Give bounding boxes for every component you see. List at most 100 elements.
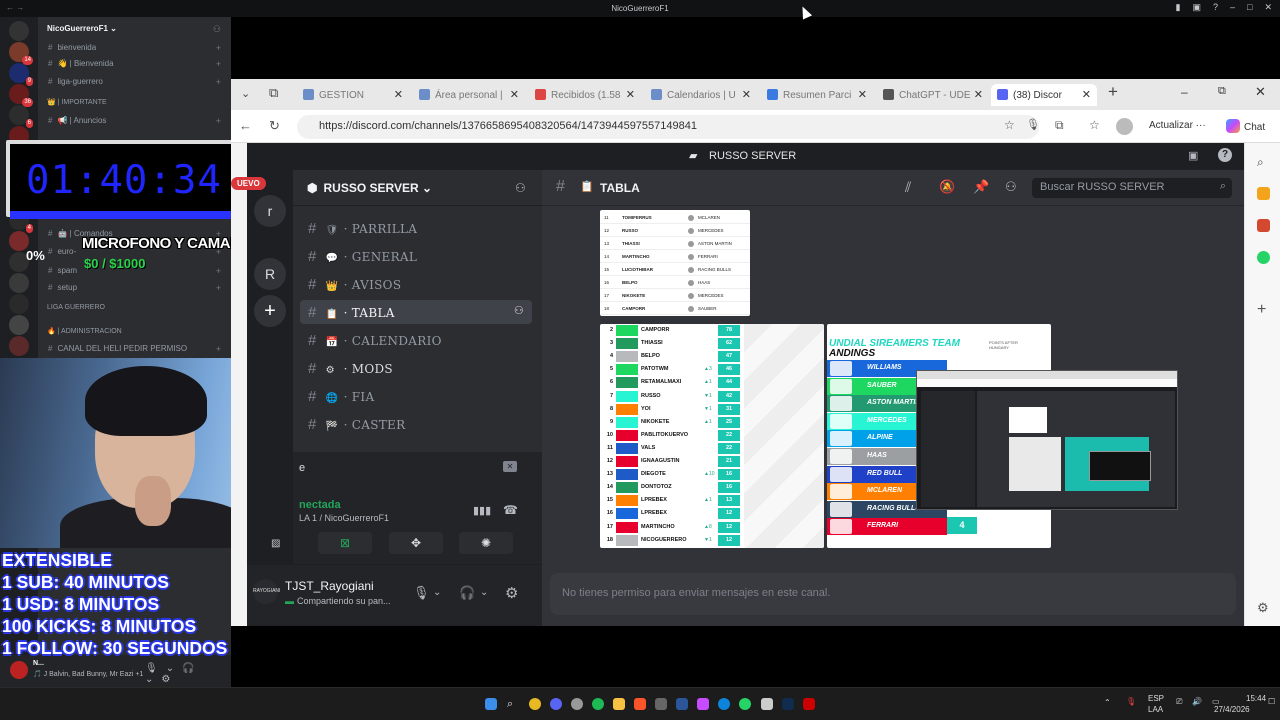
bg-channel-item[interactable]: # euro- [48, 247, 76, 256]
browser-tab[interactable]: ChatGPT - UDE ✕ [877, 84, 989, 106]
back-icon[interactable]: ← [239, 118, 252, 133]
add-member-icon[interactable]: ⚇ [514, 304, 524, 317]
language-indicator[interactable]: ESP [1148, 694, 1164, 703]
guild-R[interactable]: R [254, 258, 286, 290]
browser-tab[interactable]: GESTION ✕ [297, 84, 409, 106]
tab-actions-icon[interactable]: ⌄ [241, 87, 250, 100]
help-icon[interactable]: ? [1213, 2, 1218, 13]
favorites-icon[interactable]: ☆ [1089, 118, 1100, 132]
add-member-icon[interactable]: ⚇ [213, 24, 221, 35]
bg-channel-item[interactable]: # 📢 | Anuncios [48, 116, 106, 125]
update-button[interactable]: Actualizar ··· [1149, 120, 1206, 131]
tray-chevron-icon[interactable]: ⌃ [1104, 698, 1111, 707]
add-sidebar-icon[interactable]: + [1257, 302, 1270, 318]
read-aloud-icon[interactable]: 🎙 [1026, 118, 1040, 131]
driver-standings-image[interactable]: 2 CAMPORR 78 3 THIASSI 62 4 BELPO 47 5 PATOTWM ▲3 46… [600, 324, 824, 548]
add-icon[interactable]: + [216, 344, 221, 354]
channel-parrilla[interactable]: # 🛡 · PARRILLA [300, 216, 532, 240]
screen-share-icon[interactable]: ▨ [271, 538, 291, 551]
copilot-icon[interactable] [697, 698, 709, 710]
channel-tabla[interactable]: # 📋 · TABLA ⚇ [300, 300, 532, 324]
search-icon[interactable]: ⌕ [507, 698, 519, 710]
soundboard-button[interactable]: ✺ [459, 532, 513, 554]
standings-image-top[interactable]: 11 TOMIFERRUS McLAREN 12 RUSSO MERCEDES 13 THIA… [600, 210, 750, 316]
tab-close-icon[interactable]: ✕ [742, 88, 751, 101]
guild-icon[interactable] [9, 21, 29, 41]
tab-close-icon[interactable]: ✕ [858, 88, 867, 101]
start-icon[interactable] [485, 698, 497, 710]
browser-close[interactable]: ✕ [1255, 84, 1266, 100]
browser-tab[interactable]: Recibidos (1.58 ✕ [529, 84, 641, 106]
browser-tab[interactable]: Área personal | ✕ [413, 84, 525, 106]
channel-general[interactable]: # 💬 · GENERAL [300, 244, 532, 268]
help-icon[interactable]: ? [1218, 148, 1232, 162]
bg-channel-item[interactable]: # liga-guerrero [48, 77, 103, 86]
app-icon-2[interactable] [803, 698, 815, 710]
guild-icon[interactable]: 9 [9, 63, 33, 86]
bg-category[interactable]: LIGA GUERRERO [47, 304, 105, 311]
microphone-icon[interactable]: 🎙 [413, 585, 430, 601]
workspaces-icon[interactable]: ⧉ [269, 85, 278, 101]
tab-close-icon[interactable]: ✕ [974, 88, 983, 101]
search-input[interactable]: Buscar RUSSO SERVER ⌕ [1032, 178, 1232, 198]
add-server-button[interactable]: + [254, 295, 286, 327]
tab-close-icon[interactable]: ✕ [510, 88, 519, 101]
maximize-button[interactable]: □ [1247, 2, 1252, 13]
guild-icon[interactable] [9, 336, 29, 356]
search-icon[interactable]: ⌕ [1257, 155, 1270, 169]
brave-icon[interactable] [634, 698, 646, 710]
pin-icon[interactable]: ▮ [1176, 2, 1181, 13]
browser-tab[interactable]: (38) Discor ✕ [991, 84, 1097, 106]
bg-channel-item[interactable]: # bienvenida [48, 43, 96, 52]
channel-fia[interactable]: # 🌐 · FIA [300, 384, 532, 408]
notification-mute-icon[interactable]: 🔕 [939, 179, 955, 195]
add-member-icon[interactable]: ⚇ [515, 181, 526, 195]
pinned-icon[interactable]: 📌 [973, 179, 989, 195]
bg-server-name[interactable]: NicoGuerreroF1 ⌄ [47, 24, 117, 33]
channel-caster[interactable]: # 🏁 · CASTER [300, 412, 532, 436]
close-button[interactable]: ✕ [1264, 2, 1272, 13]
whatsapp-icon[interactable] [739, 698, 751, 710]
tab-close-icon[interactable]: ✕ [626, 88, 635, 101]
activities-button[interactable]: ✥ [389, 532, 443, 554]
channel-mods[interactable]: # ⚙ · MODS [300, 356, 532, 380]
file-explorer-icon[interactable] [613, 698, 625, 710]
share-screen-button[interactable]: ⊠ [318, 532, 372, 554]
server-header[interactable]: ⬢ RUSSO SERVER ⌄ [293, 170, 542, 206]
bg-category[interactable]: 👑 | IMPORTANTE [47, 98, 107, 106]
avatar[interactable]: RAYOGIANI [253, 579, 280, 604]
add-icon[interactable]: + [216, 43, 221, 53]
avatar[interactable] [10, 661, 28, 679]
bg-channel-item[interactable]: # spam [48, 266, 77, 275]
profile-avatar[interactable] [1116, 118, 1133, 135]
guild-icon[interactable]: 14 [9, 42, 33, 65]
mic-options-icon[interactable]: ⌄ [433, 587, 441, 598]
refresh-icon[interactable]: ↻ [269, 118, 280, 134]
calculator-icon[interactable] [761, 698, 773, 710]
close-icon[interactable]: ✕ [503, 461, 517, 472]
add-icon[interactable]: + [216, 59, 221, 69]
bg-channel-item[interactable]: # setup [48, 283, 77, 292]
guild-icon[interactable] [9, 294, 29, 314]
copilot-chat-button[interactable]: Chat [1226, 119, 1265, 133]
network-icon[interactable]: ⎚ [1176, 697, 1182, 707]
edge-icon[interactable] [718, 698, 730, 710]
volume-icon[interactable]: 🔊 [1192, 697, 1202, 706]
clock-time[interactable]: 15:44 [1246, 694, 1266, 703]
inbox-icon[interactable]: ▣ [1192, 2, 1201, 13]
settings-icon[interactable]: ⚙ [505, 584, 518, 602]
discord-icon[interactable] [550, 698, 562, 710]
threads-icon[interactable]: ⫽ [905, 179, 911, 196]
word-icon[interactable] [676, 698, 688, 710]
bg-channel-item[interactable]: # 👋 | Bienvenida [48, 59, 114, 68]
disconnect-icon[interactable]: ☎ [503, 503, 518, 517]
add-icon[interactable]: + [216, 283, 221, 293]
tab-close-icon[interactable]: ✕ [1082, 88, 1091, 101]
browser-minimize[interactable]: – [1181, 85, 1188, 99]
channel-avisos[interactable]: # 👑 · AVISOS [300, 272, 532, 296]
bg-category[interactable]: 🔥 | ADMINISTRACION [47, 327, 122, 335]
guild-icon[interactable]: 36 [9, 84, 33, 107]
app-icon[interactable] [655, 698, 667, 710]
spotify-icon[interactable] [592, 698, 604, 710]
favorite-star-icon[interactable]: ☆ [1004, 118, 1015, 132]
